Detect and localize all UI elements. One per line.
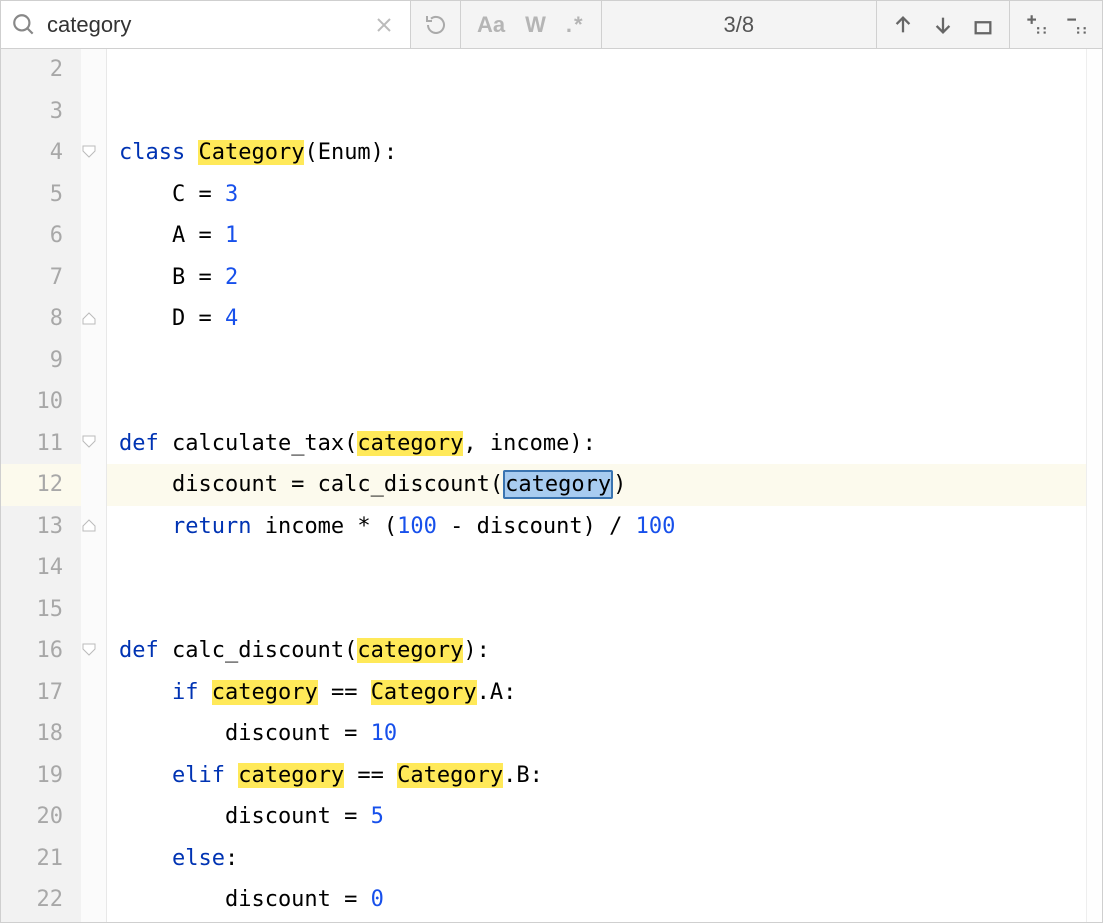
search-area <box>1 1 411 48</box>
remove-selection-icon[interactable] <box>1056 1 1096 48</box>
clear-icon[interactable] <box>366 1 402 48</box>
marker-stripe[interactable] <box>1086 49 1102 922</box>
line-gutter: 2 3 4 5 6 7 8 9 10 11 12 13 14 15 16 17 … <box>1 49 81 922</box>
search-options: Aa W .* <box>461 1 602 48</box>
editor: 2 3 4 5 6 7 8 9 10 11 12 13 14 15 16 17 … <box>1 49 1102 922</box>
whole-word-toggle[interactable]: W <box>515 1 556 48</box>
selection-tools <box>1010 1 1102 48</box>
fold-icon[interactable] <box>81 310 103 328</box>
fold-icon[interactable] <box>81 642 103 660</box>
next-match-icon[interactable] <box>923 1 963 48</box>
history-icon[interactable] <box>411 1 461 48</box>
current-line: discount = calc_discount(category) <box>107 464 1086 506</box>
fold-icon[interactable] <box>81 434 103 452</box>
find-toolbar: Aa W .* 3/8 <box>1 1 1102 49</box>
current-match: category <box>503 470 613 499</box>
add-selection-icon[interactable] <box>1016 1 1056 48</box>
fold-column <box>81 49 107 922</box>
match-case-toggle[interactable]: Aa <box>467 1 515 48</box>
regex-toggle[interactable]: .* <box>556 1 595 48</box>
line-number: 2 <box>1 49 81 91</box>
search-input[interactable] <box>45 11 358 39</box>
match-counter: 3/8 <box>602 1 877 48</box>
code-area[interactable]: class Category(Enum): C = 3 A = 1 B = 2 … <box>107 49 1086 922</box>
prev-match-icon[interactable] <box>883 1 923 48</box>
fold-icon[interactable] <box>81 517 103 535</box>
code-line: class Category(Enum): <box>107 132 1086 174</box>
select-all-icon[interactable] <box>963 1 1003 48</box>
search-icon[interactable] <box>11 12 37 38</box>
fold-icon[interactable] <box>81 144 103 162</box>
nav-buttons <box>877 1 1010 48</box>
